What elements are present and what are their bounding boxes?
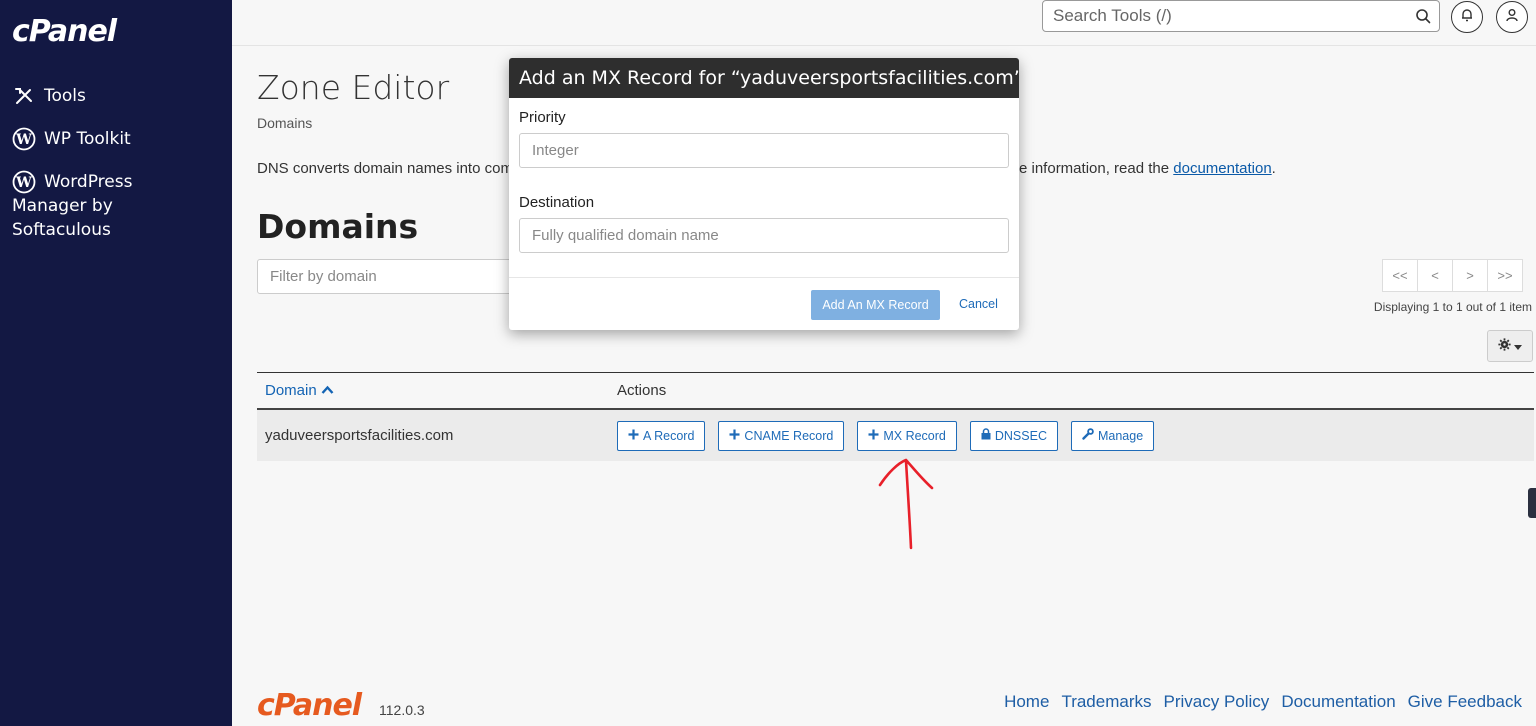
wordpress-icon: W: [12, 127, 36, 151]
section-title: Domains: [257, 207, 419, 246]
sort-by-domain[interactable]: Domain: [257, 382, 617, 399]
modal-body: Priority Destination: [509, 98, 1019, 278]
dnssec-button[interactable]: DNSSEC: [969, 420, 1058, 451]
filter-box: [257, 259, 517, 294]
sidebar-item-wp-toolkit[interactable]: W WP Toolkit: [12, 127, 131, 151]
caret-down-icon: [1514, 338, 1522, 354]
gear-icon: [1498, 338, 1511, 354]
breadcrumb: Domains: [257, 115, 313, 131]
lock-icon: [981, 428, 991, 443]
button-label: DNSSEC: [994, 428, 1047, 443]
row-actions: A Record CNAME Record MX Record DNSSEC M…: [617, 420, 1155, 451]
settings-dropdown-button[interactable]: [1487, 330, 1533, 362]
sidebar: cPanel Tools W WP Toolkit W WordPress Ma…: [0, 0, 232, 726]
footer-link-privacy-policy[interactable]: Privacy Policy: [1164, 692, 1270, 712]
add-mx-record-submit-button[interactable]: Add An MX Record: [811, 290, 940, 320]
domains-table: Domain Actions yaduveersportsfacilities.…: [257, 372, 1534, 461]
description-text: DNS converts domain names into com: [257, 160, 513, 177]
last-page-button[interactable]: >>: [1487, 259, 1523, 292]
modal-footer: Add An MX Record Cancel: [509, 278, 1019, 330]
footer-links: Home Trademarks Privacy Policy Documenta…: [1004, 692, 1522, 712]
side-panel-tab[interactable]: [1528, 488, 1536, 518]
priority-input[interactable]: [520, 134, 1008, 167]
sidebar-item-wordpress-manager[interactable]: W WordPress Manager by Softaculous: [12, 170, 132, 242]
footer-link-documentation[interactable]: Documentation: [1281, 692, 1395, 712]
footer-link-trademarks[interactable]: Trademarks: [1061, 692, 1151, 712]
plus-icon: [628, 429, 639, 443]
destination-label: Destination: [519, 194, 595, 211]
table-row: yaduveersportsfacilities.com A Record CN…: [257, 410, 1534, 461]
version-label: 112.0.3: [379, 702, 425, 718]
first-page-button[interactable]: <<: [1382, 259, 1418, 292]
user-menu-button[interactable]: [1496, 1, 1528, 33]
sidebar-item-label: WP Toolkit: [44, 129, 131, 149]
user-icon: [1504, 7, 1520, 28]
footer-link-home[interactable]: Home: [1004, 692, 1049, 712]
sidebar-item-tools[interactable]: Tools: [12, 84, 86, 108]
button-label: Manage: [1097, 428, 1144, 443]
sidebar-item-label-line2: Manager by: [12, 196, 113, 216]
previous-page-button[interactable]: <: [1417, 259, 1453, 292]
add-cname-record-button[interactable]: CNAME Record: [718, 420, 845, 451]
add-mx-record-modal: Add an MX Record for “yaduveersportsfaci…: [509, 58, 1019, 330]
add-a-record-button[interactable]: A Record: [617, 420, 706, 451]
description-end: .: [1271, 160, 1276, 177]
tools-icon: [12, 84, 36, 108]
pagination: << < > >>: [1382, 259, 1523, 292]
footer-cpanel-logo: cPanel: [257, 688, 362, 723]
description-fragment: re information, read the: [1014, 160, 1174, 177]
svg-text:W: W: [15, 175, 32, 191]
priority-field-wrapper: [519, 133, 1009, 168]
documentation-link[interactable]: documentation: [1173, 160, 1271, 177]
footer-link-give-feedback[interactable]: Give Feedback: [1408, 692, 1522, 712]
priority-label: Priority: [519, 109, 566, 126]
search-box: [1042, 0, 1440, 32]
cancel-button[interactable]: Cancel: [959, 297, 998, 311]
chevron-up-icon: [321, 382, 334, 399]
search-icon[interactable]: [1415, 8, 1431, 24]
button-label: A Record: [643, 428, 695, 443]
domain-cell: yaduveersportsfacilities.com: [265, 427, 454, 444]
bell-icon: [1459, 7, 1475, 28]
table-header: Domain Actions: [257, 372, 1534, 410]
description-text-right: re information, read the documentation.: [1014, 160, 1276, 177]
manage-button[interactable]: Manage: [1070, 420, 1155, 451]
add-mx-record-button[interactable]: MX Record: [857, 420, 957, 451]
page-title: Zone Editor: [257, 68, 450, 107]
destination-input[interactable]: [520, 219, 1008, 252]
modal-title: Add an MX Record for “yaduveersportsfaci…: [509, 58, 1019, 98]
plus-icon: [729, 429, 740, 443]
button-label: MX Record: [883, 428, 946, 443]
sidebar-item-label: Tools: [44, 86, 86, 106]
button-label: CNAME Record: [744, 428, 834, 443]
wordpress-icon: W: [12, 170, 36, 194]
search-input[interactable]: [1043, 1, 1403, 31]
column-header-domain: Domain: [265, 382, 317, 399]
topbar: [232, 0, 1536, 46]
wrench-icon: [1082, 428, 1094, 443]
plus-icon: [868, 429, 879, 443]
sidebar-item-label: WordPress: [44, 172, 133, 192]
svg-text:W: W: [15, 132, 32, 148]
cpanel-logo[interactable]: cPanel: [12, 14, 117, 49]
column-header-actions: Actions: [617, 382, 667, 399]
notifications-button[interactable]: [1451, 1, 1483, 33]
sidebar-item-label-line3: Softaculous: [12, 220, 111, 240]
destination-field-wrapper: [519, 218, 1009, 253]
next-page-button[interactable]: >: [1452, 259, 1488, 292]
filter-input[interactable]: [258, 260, 516, 293]
displaying-count: Displaying 1 to 1 out of 1 item: [1373, 300, 1532, 314]
